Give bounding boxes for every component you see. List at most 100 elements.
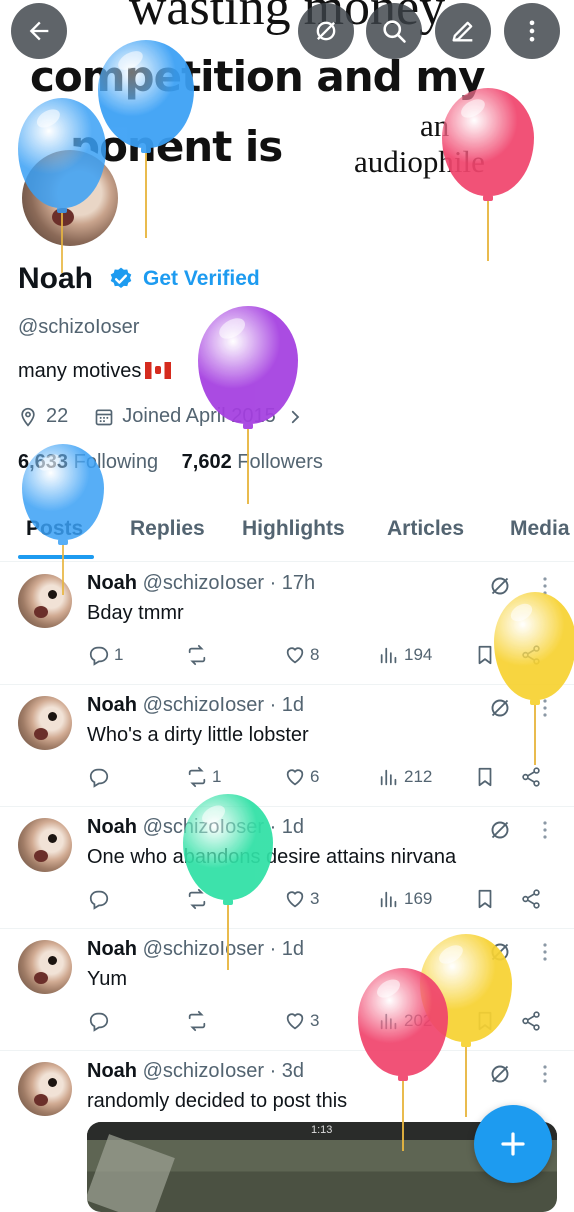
repost-icon: [188, 644, 206, 666]
share-icon: [522, 1011, 540, 1031]
share-button[interactable]: [520, 888, 546, 910]
reply-button[interactable]: [88, 888, 114, 910]
more-vertical-icon[interactable]: [538, 818, 552, 842]
post-author-name[interactable]: Noah: [87, 694, 137, 716]
post-item[interactable]: Noah @schizoIoser · 17h Bday tmmr 1 8 194: [0, 562, 574, 685]
grok-icon[interactable]: [488, 940, 512, 964]
like-count: 3: [310, 889, 320, 908]
avatar-eye: [48, 590, 57, 599]
view-count: 169: [404, 889, 433, 908]
bookmark-icon: [478, 645, 492, 665]
back-button[interactable]: [11, 3, 67, 59]
post-author-meta: @schizoIoser · 17h: [142, 572, 316, 594]
bookmark-icon: [478, 767, 492, 787]
like-button[interactable]: 3: [284, 888, 319, 910]
reply-button[interactable]: [88, 1010, 114, 1032]
bookmark-button[interactable]: [474, 644, 500, 666]
post-author-meta: @schizoIoser · 1d: [142, 816, 305, 838]
tab-replies[interactable]: Replies: [130, 517, 205, 541]
search-button[interactable]: [366, 3, 422, 59]
share-button[interactable]: [520, 766, 546, 788]
repost-button[interactable]: [186, 888, 212, 910]
profile-avatar[interactable]: [18, 146, 122, 250]
share-button[interactable]: [520, 644, 546, 666]
views-button[interactable]: 169: [378, 888, 432, 910]
tab-articles[interactable]: Articles: [387, 517, 464, 541]
bookmark-icon: [478, 1011, 492, 1031]
pencil-icon: [452, 21, 473, 42]
avatar-hamster-mouth: [34, 606, 48, 618]
balloon-string: [487, 201, 489, 261]
edit-button[interactable]: [435, 3, 491, 59]
reply-count: 1: [114, 645, 124, 664]
chevron-right-icon[interactable]: [286, 408, 304, 426]
tab-highlights[interactable]: Highlights: [242, 517, 345, 541]
more-options-button[interactable]: [504, 3, 560, 59]
post-item[interactable]: Noah @schizoIoser · 1d Who's a dirty litt…: [0, 684, 574, 807]
reply-button[interactable]: 1: [88, 644, 123, 666]
repost-button[interactable]: 1: [186, 766, 221, 788]
avatar-eye: [48, 834, 57, 843]
bookmark-button[interactable]: [474, 888, 500, 910]
compose-post-button[interactable]: [474, 1105, 552, 1183]
active-tab-indicator: [18, 555, 94, 559]
banner-text-line-3: ponent is: [70, 122, 283, 171]
share-button[interactable]: [520, 1010, 546, 1032]
post-avatar[interactable]: [18, 1062, 72, 1116]
more-vertical-icon[interactable]: [538, 574, 552, 598]
post-author-name[interactable]: Noah: [87, 816, 137, 838]
banner-text-line-2: competition and my: [30, 52, 485, 101]
plus-icon: [501, 1132, 525, 1156]
grok-icon[interactable]: [488, 574, 512, 598]
grok-icon[interactable]: [488, 696, 512, 720]
profile-bio: many motives: [18, 360, 172, 383]
like-button[interactable]: 8: [284, 644, 319, 666]
avatar-hamster-mouth: [52, 208, 74, 226]
profile-meta: 22 Joined April 2015: [18, 405, 312, 428]
grok-icon[interactable]: [488, 818, 512, 842]
grok-icon: [316, 21, 336, 41]
post-text: randomly decided to post this: [87, 1090, 348, 1112]
get-verified-link[interactable]: Get Verified: [143, 267, 260, 291]
reply-button[interactable]: [88, 766, 114, 788]
like-button[interactable]: 6: [284, 766, 319, 788]
post-author-name[interactable]: Noah: [87, 938, 137, 960]
more-vertical-icon[interactable]: [538, 696, 552, 720]
post-avatar[interactable]: [18, 818, 72, 872]
verified-badge-icon: [110, 267, 132, 288]
grok-button[interactable]: [298, 3, 354, 59]
post-item[interactable]: Noah @schizoIoser · 1d One who abandons d…: [0, 806, 574, 929]
following-count: 6,633: [18, 451, 69, 473]
followers-link[interactable]: 7,602 Followers: [182, 451, 323, 473]
like-button[interactable]: 3: [284, 1010, 319, 1032]
post-avatar[interactable]: [18, 696, 72, 750]
more-vertical-icon[interactable]: [538, 940, 552, 964]
post-avatar[interactable]: [18, 940, 72, 994]
bookmark-button[interactable]: [474, 766, 500, 788]
following-link[interactable]: 6,633 Following: [18, 451, 158, 473]
balloon-knot: [483, 195, 493, 201]
tab-posts[interactable]: Posts: [26, 517, 83, 541]
bookmark-button[interactable]: [474, 1010, 500, 1032]
share-icon: [522, 767, 540, 787]
like-count: 6: [310, 767, 320, 786]
more-vertical-icon[interactable]: [538, 1062, 552, 1086]
repost-button[interactable]: [186, 644, 212, 666]
repost-button[interactable]: [186, 1010, 212, 1032]
post-author-name[interactable]: Noah: [87, 1060, 137, 1082]
followers-label: Followers: [237, 451, 323, 473]
post-item[interactable]: Noah @schizoIoser · 1d Yum 3 202: [0, 928, 574, 1051]
grok-icon[interactable]: [488, 1062, 512, 1086]
views-button[interactable]: 202: [378, 1010, 432, 1032]
post-header: Noah @schizoIoser · 1d: [87, 694, 304, 717]
heart-icon: [286, 647, 304, 664]
calendar-icon: [95, 409, 113, 425]
follow-counts: 6,633 Following 7,602 Followers: [18, 451, 323, 474]
post-text: Who's a dirty little lobster: [87, 724, 309, 746]
post-avatar[interactable]: [18, 574, 72, 628]
tab-media[interactable]: Media: [510, 517, 570, 541]
post-author-name[interactable]: Noah: [87, 572, 137, 594]
view-count: 194: [404, 645, 433, 664]
views-button[interactable]: 194: [378, 644, 432, 666]
views-button[interactable]: 212: [378, 766, 432, 788]
